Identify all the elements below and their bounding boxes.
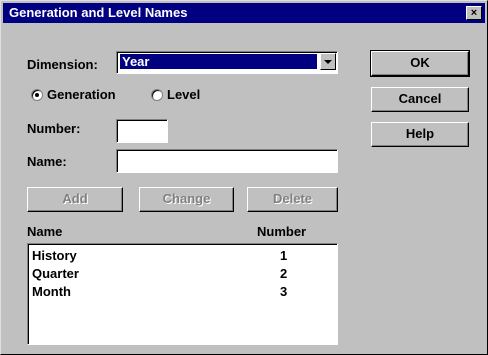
number-field[interactable] (116, 119, 168, 143)
list-item-name: Month (32, 284, 71, 299)
radio-level[interactable] (151, 89, 163, 101)
dimension-label: Dimension: (27, 57, 98, 72)
list-item[interactable]: Month 3 (30, 284, 335, 300)
list-item-name: Quarter (32, 266, 79, 281)
list-header-number: Number (257, 224, 307, 239)
change-button[interactable]: Change (139, 187, 234, 212)
list-item[interactable]: Quarter 2 (30, 266, 335, 282)
dialog-window: Generation and Level Names × Dimension: … (0, 0, 488, 355)
chevron-down-icon[interactable] (320, 53, 336, 70)
delete-button[interactable]: Delete (247, 187, 338, 212)
list-item-name: History (32, 248, 77, 263)
list-item-number: 1 (280, 248, 288, 263)
name-field[interactable] (116, 149, 338, 173)
list-header-name: Name (27, 224, 63, 239)
list-item[interactable]: History 1 (30, 248, 335, 264)
dimension-combo[interactable]: Year (116, 51, 338, 74)
dimension-combo-value: Year (120, 54, 317, 69)
dialog-title: Generation and Level Names (9, 5, 188, 20)
radio-generation-label[interactable]: Generation (47, 87, 116, 102)
radio-generation[interactable] (31, 89, 43, 101)
close-icon: × (470, 7, 478, 19)
ok-button[interactable]: OK (370, 50, 470, 77)
title-bar[interactable]: Generation and Level Names × (3, 3, 485, 23)
add-button[interactable]: Add (27, 187, 123, 212)
radio-level-label[interactable]: Level (167, 87, 200, 102)
number-label: Number: (27, 121, 81, 136)
cancel-button[interactable]: Cancel (371, 87, 469, 112)
names-list[interactable]: History 1 Quarter 2 Month 3 (27, 243, 338, 345)
list-item-number: 2 (280, 266, 288, 281)
help-button[interactable]: Help (371, 122, 469, 147)
name-label: Name: (27, 154, 67, 169)
close-button[interactable]: × (466, 6, 482, 20)
list-item-number: 3 (280, 284, 288, 299)
